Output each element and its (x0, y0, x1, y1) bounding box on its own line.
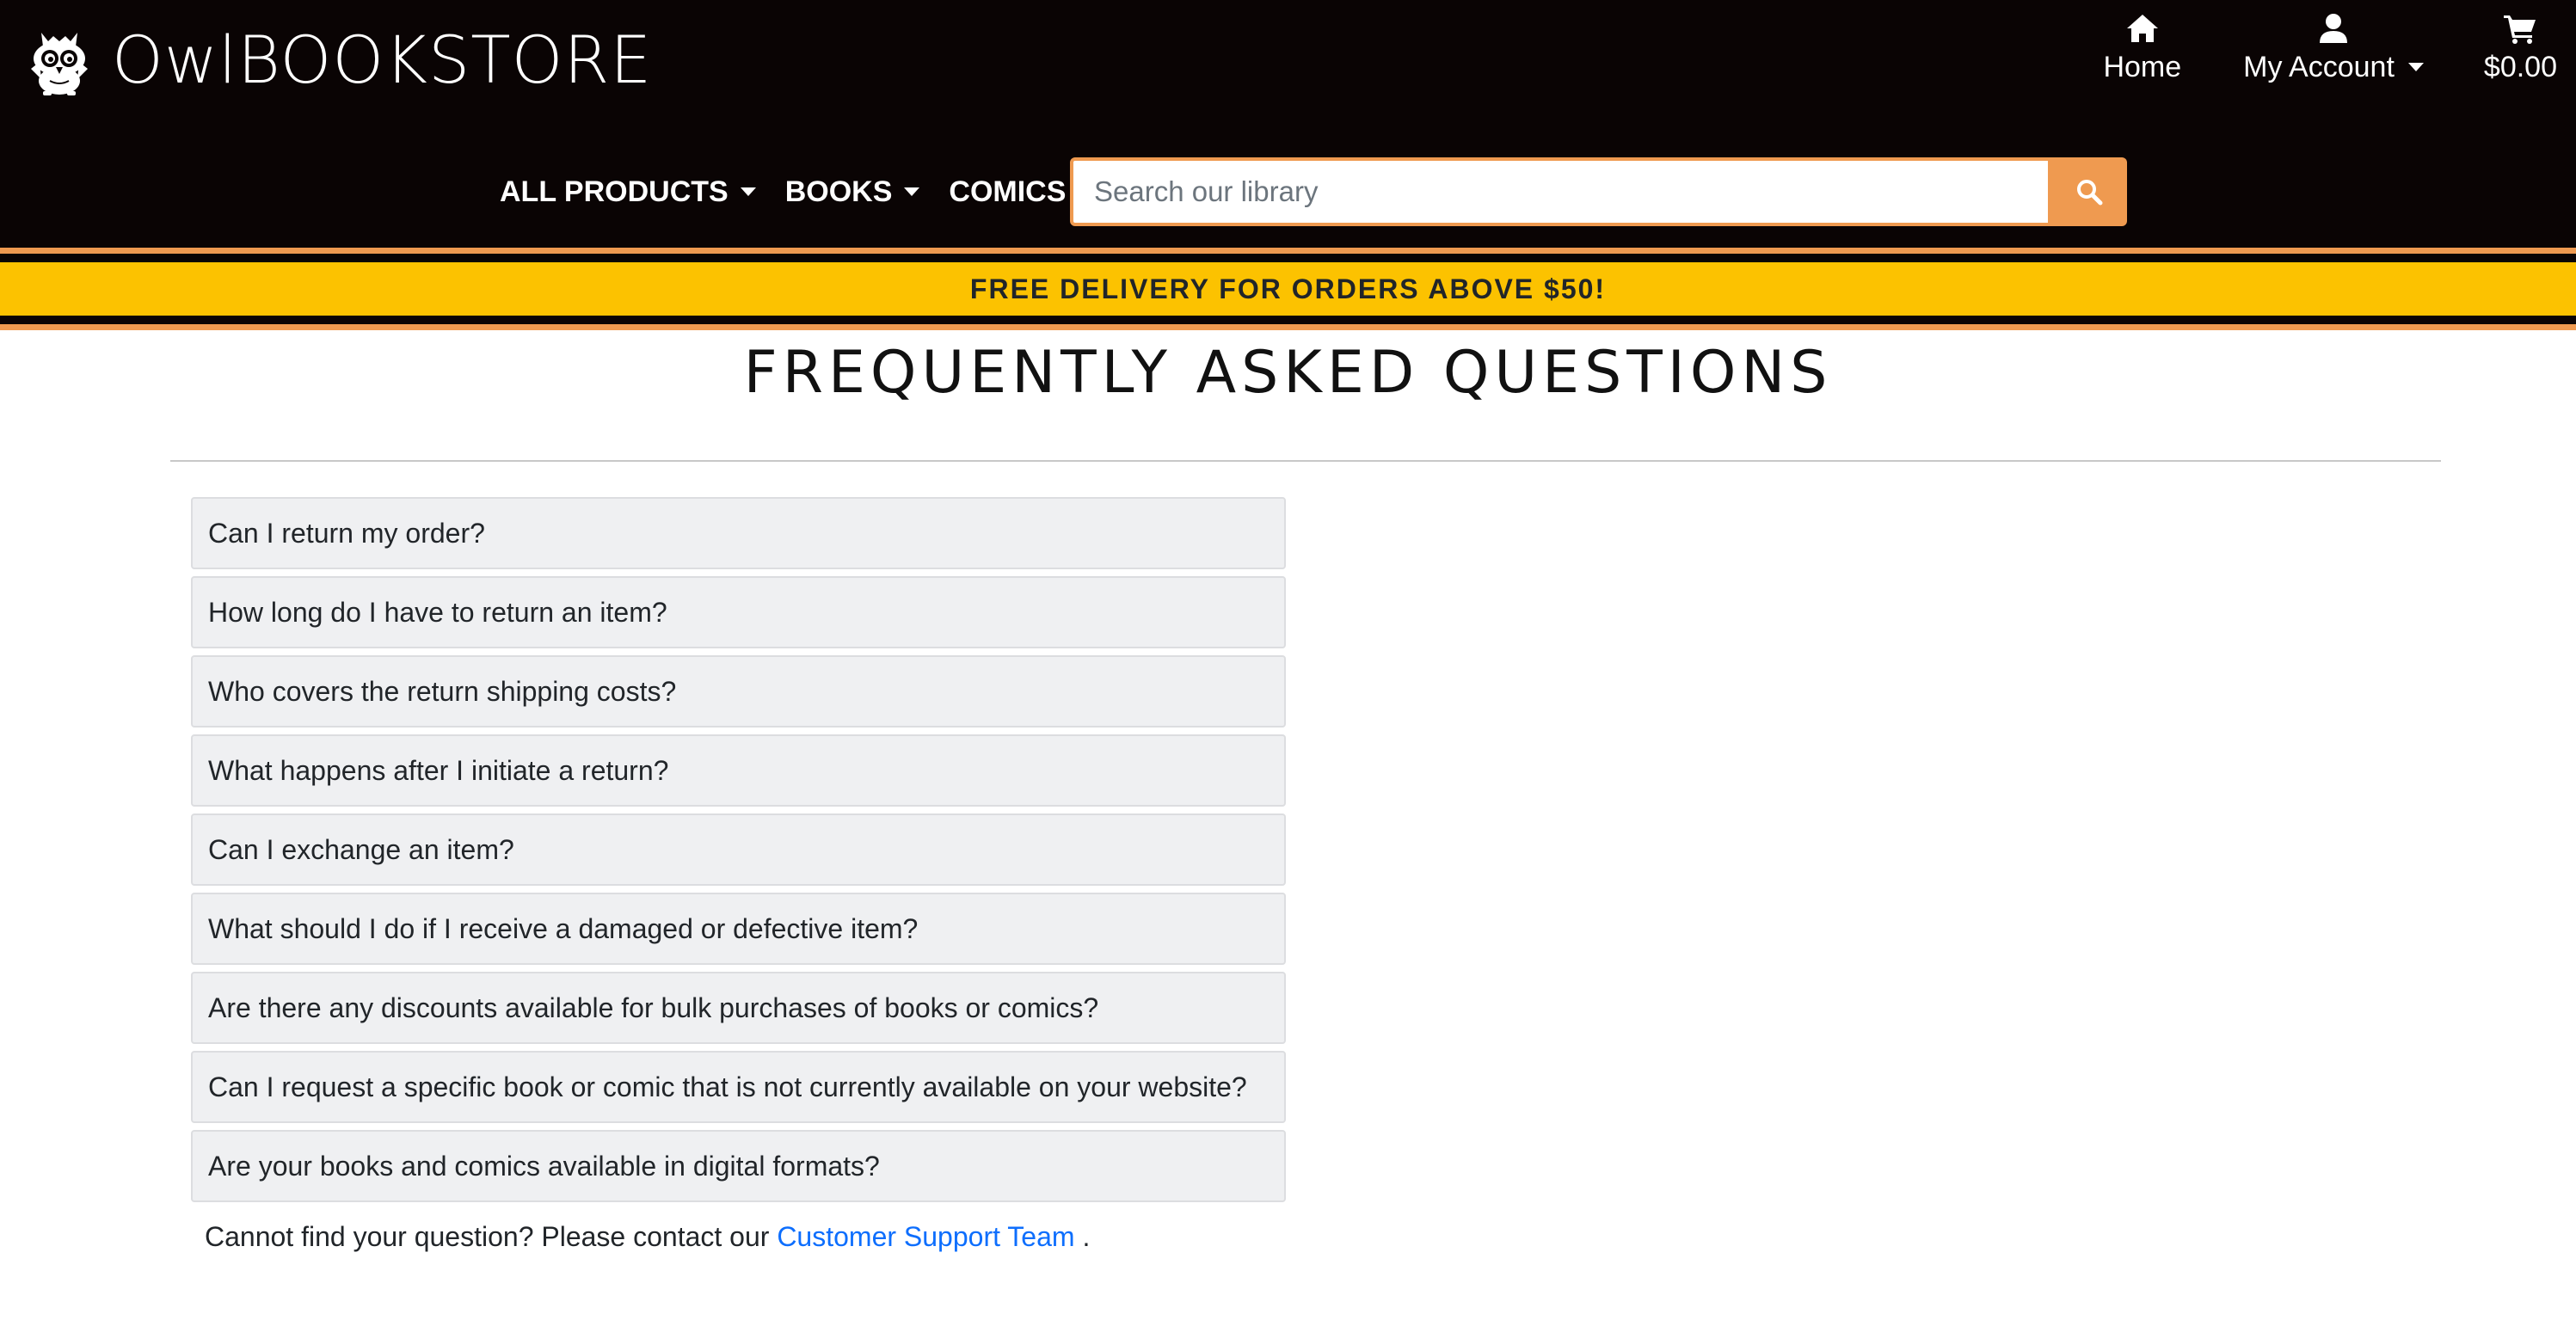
faq-question[interactable]: Can I request a specific book or comic t… (191, 1051, 1286, 1123)
search-input[interactable] (1070, 157, 2051, 226)
page-title: FREQUENTLY ASKED QUESTIONS (743, 339, 1833, 407)
faq-question[interactable]: How long do I have to return an item? (191, 576, 1286, 648)
brand-name-light: Owl (112, 21, 238, 98)
faq-question[interactable]: Are there any discounts available for bu… (191, 972, 1286, 1044)
owl-icon (31, 33, 88, 95)
promo-banner-text: FREE DELIVERY FOR ORDERS ABOVE $50! (969, 273, 1607, 304)
brand-name: OwlBOOKSTORE (112, 24, 652, 96)
contact-prompt: Cannot find your question? Please contac… (205, 1218, 1090, 1256)
faq-question[interactable]: Can I return my order? (191, 497, 1286, 569)
chevron-down-icon (2407, 63, 2424, 71)
nav-home-link[interactable]: Home (2103, 9, 2181, 86)
category-navigation: ALL PRODUCTS BOOKS COMICS (500, 157, 1122, 226)
cart-total: $0.00 (2483, 51, 2557, 83)
cart-icon (2503, 9, 2537, 48)
category-books[interactable]: BOOKS (785, 175, 920, 209)
nav-cart-link[interactable]: $0.00 (2484, 9, 2557, 86)
promo-banner: FREE DELIVERY FOR ORDERS ABOVE $50! (0, 262, 2576, 316)
category-label: ALL PRODUCTS (500, 175, 729, 208)
banner-stripe-bottom (0, 324, 2576, 330)
category-all-products[interactable]: ALL PRODUCTS (500, 175, 756, 209)
search-icon (2077, 180, 2103, 206)
nav-home-label: Home (2103, 51, 2182, 83)
faq-question[interactable]: What happens after I initiate a return? (191, 734, 1286, 807)
contact-prefix: Cannot find your question? Please contac… (205, 1221, 770, 1252)
nav-account-dropdown[interactable]: My Account (2243, 9, 2424, 86)
top-navigation: Home My Account $0.00 (2103, 9, 2557, 86)
chevron-down-icon (740, 187, 756, 196)
customer-support-link[interactable]: Customer Support Team (777, 1221, 1074, 1252)
title-divider (170, 460, 2441, 462)
category-label: BOOKS (784, 175, 893, 208)
contact-suffix: . (1082, 1221, 1091, 1252)
search-button[interactable] (2051, 157, 2127, 226)
search-bar (1070, 157, 2127, 226)
banner-stripe-top (0, 248, 2576, 254)
brand-name-bold: BOOKSTORE (237, 21, 653, 98)
banner-border-top (0, 254, 2576, 262)
faq-question[interactable]: Can I exchange an item? (191, 813, 1286, 886)
faq-question[interactable]: Are your books and comics available in d… (191, 1130, 1286, 1202)
home-icon (2125, 9, 2160, 48)
chevron-down-icon (904, 187, 920, 196)
brand-logo[interactable]: OwlBOOKSTORE (26, 24, 652, 96)
faq-question[interactable]: Who covers the return shipping costs? (191, 655, 1286, 728)
banner-border-bottom (0, 316, 2576, 324)
category-label: COMICS (949, 175, 1067, 208)
site-header: OwlBOOKSTORE Home My Account $0.00 ALL P… (0, 0, 2576, 248)
nav-account-label: My Account (2243, 51, 2395, 83)
faq-accordion: Can I return my order? How long do I hav… (191, 497, 1286, 1209)
faq-question[interactable]: What should I do if I receive a damaged … (191, 893, 1286, 965)
user-icon (2319, 9, 2348, 48)
